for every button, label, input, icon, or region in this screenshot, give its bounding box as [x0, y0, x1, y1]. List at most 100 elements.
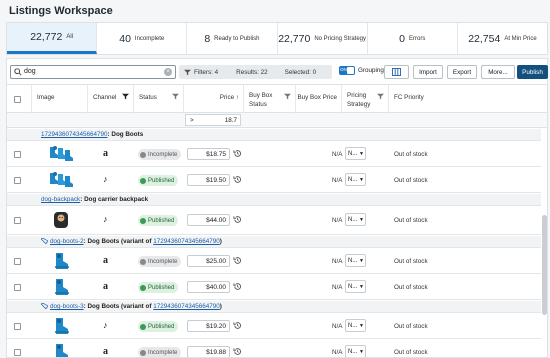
- col-fc-priority[interactable]: FC Priority: [389, 85, 547, 113]
- history-icon[interactable]: [233, 282, 242, 291]
- variant-of-link[interactable]: 1729436074345664790: [153, 303, 220, 310]
- product-image: [50, 172, 73, 187]
- stat-incomplete[interactable]: 40 Incomplete: [97, 23, 188, 54]
- status-badge: Incomplete: [138, 347, 182, 357]
- status-dot-icon: [140, 284, 146, 291]
- table-row[interactable]: a Incomplete $19.88 N/A N... ▼ Out of st…: [7, 340, 541, 357]
- group-link[interactable]: dog-boots-3: [50, 303, 84, 310]
- fc-priority: Out of stock: [394, 349, 428, 356]
- group-link[interactable]: dog-backpack: [41, 196, 80, 203]
- group-link[interactable]: dog-boots-2: [50, 238, 84, 245]
- amazon-icon: a: [103, 255, 108, 266]
- table-row[interactable]: a Incomplete $25.00 N/A N... ▼ Out of st…: [7, 249, 541, 274]
- col-price[interactable]: Price ↑: [184, 85, 244, 113]
- pricing-strategy-value: N...: [348, 349, 358, 355]
- table-row[interactable]: a Published $40.00 N/A N... ▼ Out of sto…: [7, 275, 541, 300]
- grouping-toggle[interactable]: ON Grouping: [339, 66, 384, 75]
- status-dot-icon: [140, 323, 146, 330]
- export-button[interactable]: Export: [447, 65, 477, 79]
- filter-icon[interactable]: [284, 93, 291, 100]
- price-input[interactable]: $19.88: [187, 346, 230, 357]
- stat-no-pricing-strategy[interactable]: 22,770 No Pricing Strategy: [278, 23, 368, 54]
- group-row[interactable]: dog-backpack: Dog carrier backpack: [7, 194, 541, 206]
- group-row[interactable]: dog-boots-2: Dog Boots (variant of 17294…: [7, 236, 541, 248]
- history-icon[interactable]: [233, 347, 242, 356]
- history-icon[interactable]: [233, 149, 242, 158]
- stat-errors[interactable]: 0 Errors: [368, 23, 458, 54]
- filter-summary: Filters: 4 Results: 22 Selected: 0: [179, 65, 332, 79]
- status-dot-icon: [140, 177, 146, 184]
- price-input[interactable]: $44.00: [187, 214, 230, 226]
- row-checkbox[interactable]: [14, 258, 21, 265]
- status-dot-icon: [140, 217, 146, 224]
- row-checkbox[interactable]: [14, 151, 21, 158]
- row-checkbox[interactable]: [14, 323, 21, 330]
- stat-at-min-price[interactable]: 22,754 At Min Price: [458, 23, 547, 54]
- stats-bar: 22,772 All 40 Incomplete 8 Ready to Publish…: [6, 22, 548, 55]
- pricing-strategy-select[interactable]: N... ▼: [345, 319, 366, 332]
- price-input[interactable]: $19.50: [187, 174, 230, 186]
- grid-header: Image Channel Status Price ↑ Buy Box Sta…: [7, 85, 547, 113]
- filters-count[interactable]: Filters: 4: [194, 69, 218, 76]
- status-dot-icon: [140, 258, 146, 265]
- clear-search-icon[interactable]: ×: [164, 68, 172, 76]
- filter-icon[interactable]: [172, 93, 179, 100]
- group-link[interactable]: 1729436074345664790: [41, 131, 108, 138]
- toggle-switch[interactable]: ON: [339, 66, 355, 75]
- variant-of-link[interactable]: 1729436074345664790: [153, 238, 220, 245]
- chevron-down-icon: ▼: [359, 217, 364, 223]
- row-checkbox[interactable]: [14, 349, 21, 356]
- import-button[interactable]: Import: [413, 65, 443, 79]
- table-row[interactable]: ♪ Published $19.20 N/A N... ▼ Out of sto…: [7, 314, 541, 339]
- group-row[interactable]: dog-boots-3: Dog Boots (variant of 17294…: [7, 301, 541, 313]
- search-input[interactable]: dog ×: [10, 65, 176, 79]
- col-status[interactable]: Status: [134, 85, 184, 113]
- columns-button[interactable]: [384, 65, 409, 79]
- chevron-down-icon: ▼: [359, 323, 364, 329]
- history-icon[interactable]: [233, 175, 242, 184]
- history-icon[interactable]: [233, 256, 242, 265]
- pricing-strategy-value: N...: [348, 284, 358, 290]
- vertical-scrollbar[interactable]: [542, 215, 547, 315]
- row-checkbox[interactable]: [14, 177, 21, 184]
- group-row[interactable]: 1729436074345664790: Dog Boots: [7, 129, 541, 141]
- table-row[interactable]: ♪ Published $19.50 N/A N... ▼ Out of sto…: [7, 168, 541, 193]
- price-input[interactable]: $19.20: [187, 320, 230, 332]
- pricing-strategy-select[interactable]: N... ▼: [345, 345, 366, 357]
- col-image[interactable]: Image: [32, 85, 88, 113]
- pricing-strategy-select[interactable]: N... ▼: [345, 213, 366, 226]
- group-name-end: ): [219, 303, 222, 310]
- col-pricing-strategy[interactable]: Pricing Strategy: [342, 85, 389, 113]
- price-input[interactable]: $40.00: [187, 281, 230, 293]
- price-input[interactable]: $25.00: [187, 255, 230, 267]
- stat-count: 22,770: [278, 32, 311, 45]
- col-buybox-price[interactable]: Buy Box Price: [296, 85, 342, 113]
- row-checkbox[interactable]: [14, 284, 21, 291]
- history-icon[interactable]: [233, 321, 242, 330]
- table-row[interactable]: a Incomplete $18.75 N/A N... ▼ Out of st…: [7, 142, 541, 167]
- price-filter-input[interactable]: > 18.7: [185, 114, 241, 126]
- more-button[interactable]: More...: [481, 65, 515, 79]
- select-all-checkbox[interactable]: [14, 96, 21, 103]
- pricing-strategy-select[interactable]: N... ▼: [345, 147, 366, 160]
- publish-button[interactable]: Publish: [517, 65, 548, 79]
- pricing-strategy-select[interactable]: N... ▼: [345, 254, 366, 267]
- stat-all[interactable]: 22,772 All: [7, 23, 98, 54]
- toolbar: dog × Filters: 4 Results: 22 Selected: 0…: [6, 58, 548, 84]
- row-checkbox[interactable]: [14, 217, 21, 224]
- status-text: Published: [148, 323, 175, 330]
- pricing-strategy-select[interactable]: N... ▼: [345, 280, 366, 293]
- stat-ready-to-publish[interactable]: 8 Ready to Publish: [187, 23, 278, 54]
- price-input[interactable]: $18.75: [187, 148, 230, 160]
- stat-label: At Min Price: [504, 35, 537, 42]
- table-row[interactable]: ♪ Published $44.00 N/A N... ▼ Out of sto…: [7, 207, 541, 235]
- pricing-strategy-select[interactable]: N... ▼: [345, 173, 366, 186]
- col-buybox-status[interactable]: Buy Box Status: [244, 85, 296, 113]
- fc-priority: Out of stock: [394, 258, 428, 265]
- filter-icon[interactable]: [377, 93, 384, 100]
- history-icon[interactable]: [233, 215, 242, 224]
- search-icon: [14, 68, 22, 76]
- col-channel[interactable]: Channel: [88, 85, 134, 113]
- filter-icon[interactable]: [122, 93, 129, 100]
- price-filter-operator[interactable]: >: [190, 117, 194, 124]
